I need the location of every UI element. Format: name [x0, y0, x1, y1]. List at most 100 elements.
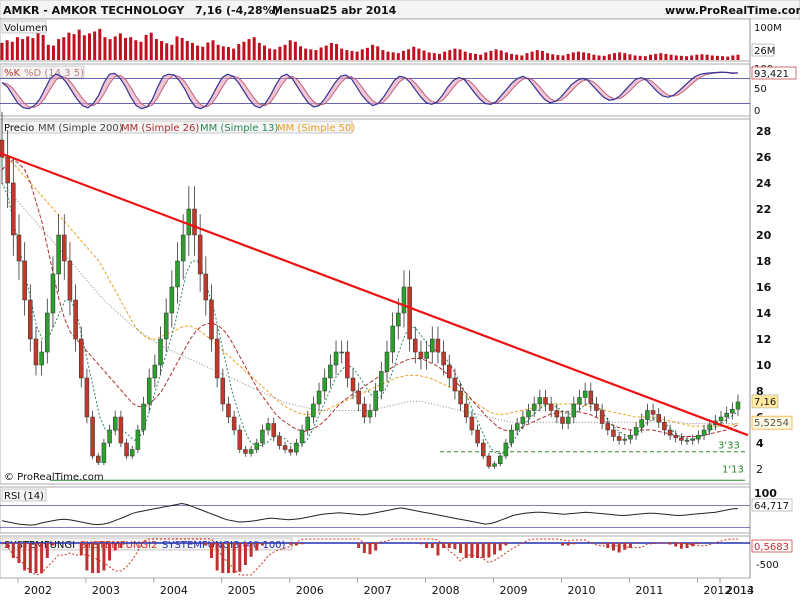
candle-body — [616, 436, 622, 441]
volume-bar — [216, 44, 220, 60]
volume-bar — [211, 40, 215, 60]
volume-bar — [293, 41, 297, 60]
legend-ma50: MM (Simple 50) — [277, 123, 355, 134]
volume-bar — [0, 42, 4, 60]
volume-bar — [576, 51, 580, 60]
volume-bar — [82, 35, 86, 60]
volume-bar — [57, 39, 61, 60]
candle-body — [401, 286, 407, 314]
candle-body — [84, 377, 90, 418]
candle-body — [333, 351, 339, 366]
volume-bar — [226, 47, 230, 60]
candle-body — [435, 338, 441, 353]
volume-bar — [556, 55, 560, 60]
volume-bar — [46, 44, 50, 60]
volume-bar — [371, 44, 375, 60]
candle-body — [458, 390, 463, 405]
site-link[interactable]: www.ProRealTime.com — [665, 4, 800, 17]
volume-bar — [396, 53, 400, 60]
volume-bar — [154, 39, 158, 60]
stoch-last-value: 93,421 — [754, 69, 789, 80]
sf-bar — [430, 543, 434, 548]
sf-bar — [453, 543, 457, 550]
x-tick-2005: 2005 — [228, 584, 256, 597]
candle-body — [362, 403, 367, 418]
candle-body — [441, 351, 446, 366]
volume-bar — [643, 56, 647, 60]
candle-body — [5, 156, 10, 184]
volume-bar — [273, 49, 277, 60]
volume-bar — [5, 40, 9, 60]
volume-bar — [299, 46, 303, 60]
volume-bar — [525, 53, 529, 60]
x-tick-2007: 2007 — [364, 584, 392, 597]
x-tick-2002: 2002 — [24, 584, 52, 597]
sf-bar — [368, 543, 372, 555]
volume-bar — [237, 44, 241, 60]
candle-body — [11, 182, 16, 236]
sf-bar — [28, 543, 32, 573]
candle-body — [486, 455, 492, 467]
candle-body — [39, 351, 44, 366]
candle-body — [322, 377, 327, 392]
volume-bar — [628, 54, 632, 60]
volume-bar — [654, 53, 658, 60]
price-tick-26: 26 — [756, 151, 772, 164]
volume-bar — [494, 49, 498, 60]
candle-body — [220, 377, 226, 405]
volume-bar — [180, 37, 184, 60]
sf-bar — [6, 543, 10, 548]
candle-body — [633, 427, 639, 436]
candle-body — [107, 429, 112, 444]
candle-body — [701, 429, 707, 436]
volume-bar — [721, 56, 725, 60]
sf-bar — [238, 543, 242, 572]
volume-bar — [669, 54, 673, 60]
candle-body — [16, 234, 22, 262]
candle-body — [373, 390, 378, 411]
volume-bar — [484, 52, 488, 60]
sf-bar — [696, 543, 700, 544]
sf-bar — [204, 543, 208, 546]
volume-bar — [340, 48, 344, 60]
sf-bar — [91, 543, 95, 573]
candle-body — [90, 416, 95, 457]
candle-body — [418, 351, 424, 359]
sf-bar — [357, 543, 361, 548]
price-tick-18: 18 — [756, 255, 771, 268]
volume-bar — [417, 48, 421, 60]
candle-body — [452, 377, 458, 392]
candle-body — [447, 364, 452, 379]
volume-bar — [118, 33, 122, 60]
candle-body — [129, 449, 135, 457]
volume-bar — [504, 52, 508, 60]
sf-bar — [249, 543, 253, 557]
volume-bar — [252, 37, 256, 60]
volume-bar — [427, 52, 431, 60]
x-tick-2008: 2008 — [432, 584, 460, 597]
volume-bar — [736, 54, 740, 60]
volume-bar — [592, 54, 596, 60]
volume-bar — [474, 53, 478, 60]
volume-bar — [283, 44, 287, 60]
volume-bar — [401, 50, 405, 60]
volume-bar — [618, 52, 622, 60]
copyright: © ProRealTime.com — [4, 472, 104, 483]
candle-body — [152, 364, 158, 379]
sf-tick-minus-500: -500 — [756, 560, 779, 571]
sf-bar — [600, 543, 604, 545]
candle-body — [73, 299, 78, 340]
volume-bar — [386, 51, 390, 60]
candle-body — [469, 416, 475, 431]
x-tick-2014: 2014 — [726, 584, 754, 597]
sf-bar — [487, 543, 491, 558]
volume-bar — [165, 43, 169, 60]
sf-bar — [45, 543, 49, 558]
volume-bar — [51, 45, 55, 60]
sf-bar — [634, 543, 638, 544]
volume-bar — [602, 55, 606, 60]
sf-bar — [243, 543, 247, 565]
candle-body — [311, 403, 316, 418]
sf-bar — [51, 543, 55, 546]
candle-body — [237, 429, 243, 450]
